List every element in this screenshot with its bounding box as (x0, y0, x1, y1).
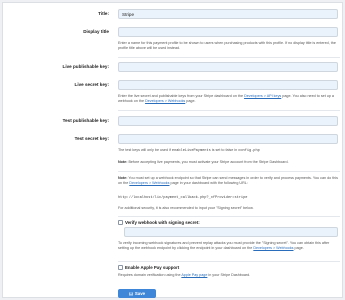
divider (118, 171, 340, 172)
webhook-note: Note: You must set up a webhook endpoint… (118, 176, 340, 186)
divider (118, 57, 340, 58)
help-text: page. (293, 246, 304, 250)
divider (118, 261, 340, 262)
test-keys-note: The test keys will only be used if enabl… (118, 148, 340, 154)
note-text: is set to false in (210, 148, 239, 152)
config-option-code: enableLivePayments (171, 149, 211, 153)
live-secret-key-help: Enter the live secret and publishable ke… (118, 94, 340, 104)
test-publishable-key-label: Test publishable key: (62, 118, 109, 123)
webhooks-link[interactable]: Developers > Webhooks (129, 181, 169, 185)
webhooks-link[interactable]: Developers > Webhooks (253, 246, 293, 250)
payment-profile-form: Title: Stripe Display title Enter a name… (2, 2, 343, 298)
verify-webhook-checkbox[interactable] (118, 220, 123, 225)
note-text: page in your dashboard with the followin… (169, 181, 248, 185)
live-publishable-key-input[interactable] (118, 62, 338, 72)
verify-webhook-label[interactable]: Verify webhook with signing secret: (125, 220, 200, 225)
live-publishable-key-label: Live publishable key: (62, 64, 109, 69)
test-secret-key-input[interactable] (118, 134, 338, 144)
apple-pay-checkbox[interactable] (118, 265, 123, 270)
display-title-input[interactable] (118, 27, 338, 37)
help-text: page. (185, 99, 196, 103)
api-keys-link[interactable]: Developers > API keys (244, 94, 281, 98)
test-secret-key-label: Test secret key: (74, 136, 109, 141)
signing-secret-note: For additional security, it is also reco… (118, 206, 254, 210)
apple-pay-link[interactable]: Apple Pay page (181, 273, 207, 277)
signing-secret-input[interactable] (124, 227, 338, 237)
save-icon (129, 291, 133, 296)
title-label: Title: (98, 11, 109, 16)
save-button-label: Save (134, 291, 146, 296)
verify-webhook-help: To verify incoming webhook signatures an… (118, 241, 340, 251)
webhooks-link[interactable]: Developers > Webhooks (145, 99, 185, 103)
note-text: Before accepting live payments, you must… (127, 160, 289, 164)
live-payments-note: Note: Before accepting live payments, yo… (118, 160, 340, 165)
save-button[interactable]: Save (118, 289, 156, 298)
title-input[interactable]: Stripe (118, 9, 338, 19)
help-text: in your Stripe Dashboard. (207, 273, 251, 277)
test-publishable-key-input[interactable] (118, 116, 338, 126)
divider (118, 110, 340, 111)
apple-pay-help: Requires domain verification using the A… (118, 273, 340, 278)
display-title-help: Enter a name for this payment profile to… (118, 41, 336, 50)
config-file-code: config.php (238, 149, 260, 153)
help-text: Requires domain verification using the (118, 273, 182, 277)
help-text: Enter the live secret and publishable ke… (118, 94, 245, 98)
divider (118, 216, 340, 217)
display-title-label: Display title (83, 29, 109, 34)
apple-pay-label[interactable]: Enable Apple Pay support (125, 265, 179, 270)
live-secret-key-label: Live secret key: (74, 82, 109, 87)
webhook-url: http://localhost/lic/payment_callback.ph… (118, 196, 248, 200)
live-secret-key-input[interactable] (118, 80, 338, 90)
note-text: The test keys will only be used if (118, 148, 172, 152)
